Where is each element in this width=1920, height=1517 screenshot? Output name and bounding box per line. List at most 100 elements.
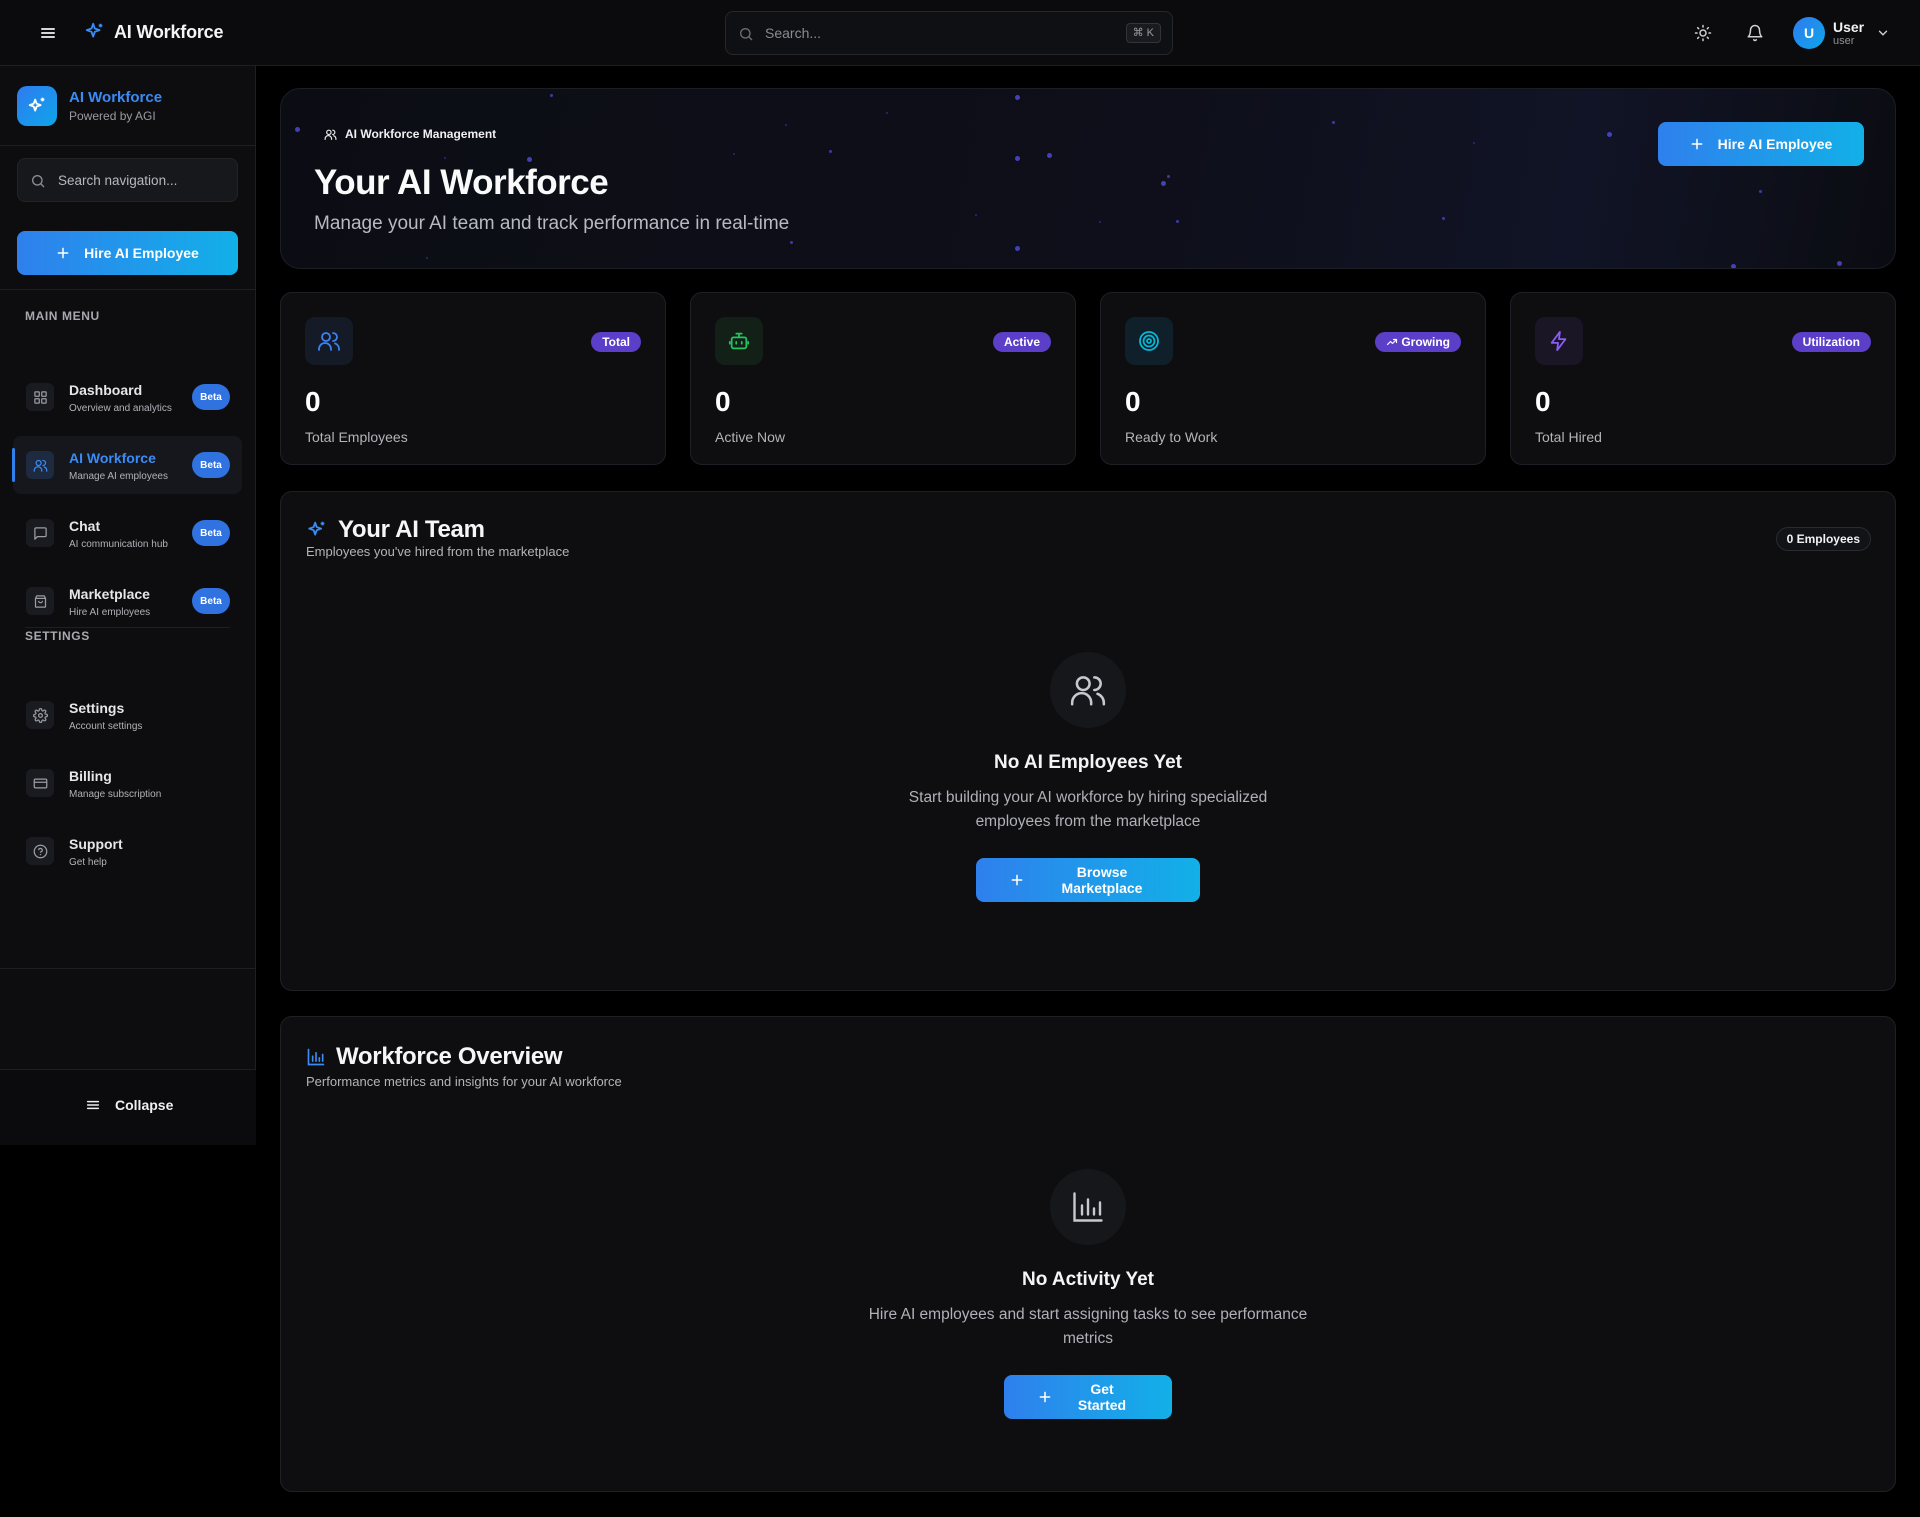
- trending-up-icon: [1386, 336, 1398, 348]
- stat-value: 0: [1535, 386, 1551, 417]
- hire-ai-employee-button[interactable]: Hire AI Employee: [1658, 122, 1864, 166]
- sidebar-item-chat[interactable]: Chat AI communication hub Beta: [13, 504, 242, 562]
- theme-toggle-sun-icon[interactable]: [1691, 21, 1715, 45]
- sidebar-item-description: Overview and analytics: [69, 403, 172, 414]
- panel-title: Workforce Overview: [306, 1043, 563, 1071]
- sidebar-item-label: Dashboard: [69, 382, 143, 398]
- global-search-input[interactable]: [765, 21, 1095, 45]
- sidebar-item-marketplace[interactable]: Marketplace Hire AI employees Beta: [13, 572, 242, 630]
- hero-kicker: AI Workforce Management: [324, 127, 496, 141]
- get-started-button[interactable]: Get Started: [1004, 1375, 1172, 1419]
- zap-icon: [1535, 317, 1583, 365]
- star-dot: [1015, 156, 1020, 161]
- search-icon: [30, 173, 46, 189]
- stat-card-active-now: Active 0 Active Now: [690, 292, 1076, 465]
- target-icon: [1125, 317, 1173, 365]
- sidebar-item-label: Chat: [69, 518, 101, 534]
- sidebar-item-dashboard[interactable]: Dashboard Overview and analytics Beta: [13, 368, 242, 426]
- sidebar-item-description: Hire AI employees: [69, 607, 151, 618]
- sidebar-item-description: Get help: [69, 857, 107, 868]
- hire-button-label: Hire AI Employee: [1717, 136, 1833, 152]
- ai-team-panel: Your AI Team Employees you've hired from…: [280, 491, 1896, 991]
- star-dot: [1015, 95, 1020, 100]
- panel-title: Your AI Team: [306, 516, 485, 544]
- sidebar-search[interactable]: [17, 158, 238, 202]
- collapse-sidebar-button[interactable]: Collapse: [85, 1097, 173, 1113]
- stat-label: Ready to Work: [1125, 429, 1218, 445]
- bar-chart-icon: [306, 1047, 326, 1067]
- message-icon: [26, 519, 54, 547]
- app-brand[interactable]: AI Workforce: [84, 21, 223, 43]
- empty-state-description: Hire AI employees and start assigning ta…: [868, 1306, 1308, 1347]
- plus-icon: [1690, 137, 1704, 151]
- star-dot: [790, 241, 793, 244]
- stat-tag: Growing: [1375, 332, 1461, 352]
- page-subtitle: Manage your AI team and track performanc…: [314, 213, 790, 234]
- sidebar-search-input[interactable]: [58, 169, 228, 191]
- stat-tag: Active: [992, 332, 1051, 352]
- stat-tag: Total: [591, 332, 641, 352]
- sidebar-item-description: AI communication hub: [69, 539, 168, 550]
- user-name: User: [1833, 18, 1865, 35]
- star-dot: [295, 127, 300, 132]
- users-icon: [324, 128, 337, 141]
- shopping-bag-icon: [26, 587, 54, 615]
- stat-label: Total Hired: [1535, 429, 1602, 445]
- star-dot: [1442, 217, 1445, 220]
- get-started-label: Get Started: [1077, 1381, 1127, 1413]
- star-dot: [1161, 181, 1166, 186]
- panel-subtitle: Employees you've hired from the marketpl…: [306, 544, 570, 559]
- workforce-overview-panel: Workforce Overview Performance metrics a…: [280, 1016, 1896, 1492]
- sidebar-hire-label: Hire AI Employee: [84, 245, 199, 261]
- empty-state-title: No Activity Yet: [1022, 1269, 1154, 1290]
- bar-chart-icon: [1050, 1169, 1126, 1245]
- empty-state: No Activity Yet Hire AI employees and st…: [281, 1169, 1895, 1419]
- menu-icon: [85, 1097, 101, 1113]
- empty-state: No AI Employees Yet Start building your …: [281, 652, 1895, 902]
- stat-card-total-employees: Total 0 Total Employees: [280, 292, 666, 465]
- menu-icon[interactable]: [36, 21, 60, 45]
- employee-count-badge: 0 Employees: [1775, 527, 1871, 551]
- sidebar-item-label: Support: [69, 836, 123, 852]
- stat-tag-label: Active: [1003, 335, 1040, 349]
- global-search[interactable]: ⌘ K: [725, 11, 1173, 55]
- sidebar-item-billing[interactable]: Billing Manage subscription: [13, 754, 242, 812]
- star-dot: [527, 157, 532, 162]
- sidebar-item-label: Marketplace: [69, 586, 150, 602]
- sidebar-divider: [0, 289, 255, 290]
- beta-badge: Beta: [192, 384, 230, 410]
- browse-marketplace-button[interactable]: Browse Marketplace: [976, 858, 1200, 902]
- sidebar-brand[interactable]: AI Workforce Powered by AGI: [17, 86, 162, 126]
- sidebar-item-description: Manage subscription: [69, 789, 162, 800]
- beta-badge: Beta: [192, 588, 230, 614]
- stat-value: 0: [1125, 386, 1141, 417]
- user-menu[interactable]: U User user: [1793, 15, 1890, 51]
- star-dot: [444, 157, 446, 159]
- sidebar-item-settings[interactable]: Settings Account settings: [13, 686, 242, 744]
- sidebar-item-label: Settings: [69, 700, 125, 716]
- star-dot: [1047, 153, 1052, 158]
- sidebar-brand-subtitle: Powered by AGI: [69, 109, 156, 123]
- star-dot: [1099, 221, 1101, 223]
- plus-icon: [1010, 873, 1024, 887]
- sidebar-item-support[interactable]: Support Get help: [13, 822, 242, 880]
- sidebar-hire-button[interactable]: Hire AI Employee: [17, 231, 238, 275]
- sparkles-icon: [84, 21, 106, 43]
- sidebar-brand-title: AI Workforce: [69, 89, 163, 106]
- notifications-bell-icon[interactable]: [1743, 21, 1767, 45]
- plus-icon: [56, 246, 70, 260]
- hero-banner: AI Workforce Management Your AI Workforc…: [280, 88, 1896, 269]
- empty-state-description: Start building your AI workforce by hiri…: [908, 789, 1268, 830]
- star-dot: [1837, 261, 1842, 266]
- sparkles-icon: [17, 86, 57, 126]
- empty-state-title: No AI Employees Yet: [994, 752, 1182, 773]
- star-dot: [733, 153, 735, 155]
- browse-marketplace-label: Browse Marketplace: [1061, 864, 1143, 896]
- star-dot: [1473, 142, 1475, 144]
- stat-tag-label: Growing: [1401, 335, 1450, 349]
- stat-value: 0: [305, 386, 321, 417]
- sidebar-item-ai-workforce[interactable]: AI Workforce Manage AI employees Beta: [12, 436, 242, 494]
- page-title: Your AI Workforce: [314, 163, 609, 202]
- help-circle-icon: [26, 837, 54, 865]
- collapse-label: Collapse: [115, 1097, 174, 1113]
